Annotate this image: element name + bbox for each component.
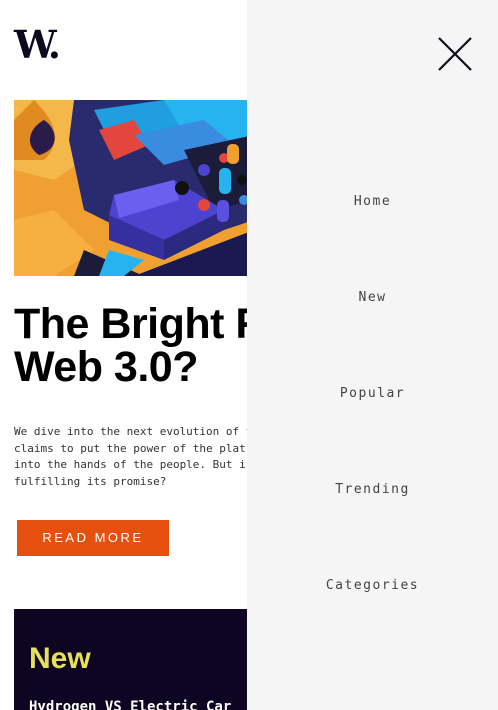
close-icon[interactable] (437, 36, 473, 72)
new-panel-item-link[interactable]: Hydrogen VS Electric Car (29, 699, 231, 710)
new-panel: New Hydrogen VS Electric Car (14, 609, 274, 710)
read-more-button[interactable]: READ MORE (17, 520, 169, 556)
menu-item-trending[interactable]: Trending (247, 482, 498, 497)
menu-item-home[interactable]: Home (247, 194, 498, 209)
menu-item-new[interactable]: New (247, 290, 498, 305)
menu-item-categories[interactable]: Categories (247, 578, 498, 593)
nav-menu-overlay (247, 0, 498, 710)
hero-image (14, 100, 254, 276)
menu-item-popular[interactable]: Popular (247, 386, 498, 401)
site-logo[interactable]: W. (14, 26, 61, 64)
new-panel-title: New (29, 642, 91, 675)
